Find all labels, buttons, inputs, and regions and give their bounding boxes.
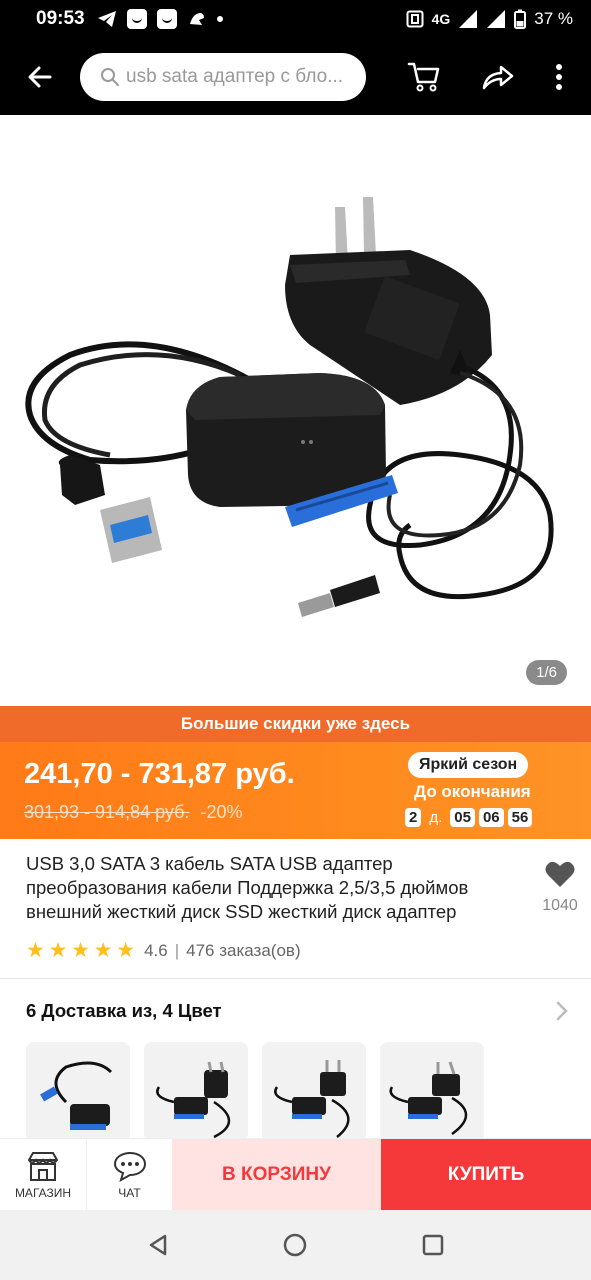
countdown-timer: 2 д. 05 06 56 — [405, 808, 533, 827]
app-bar: usb sata адаптер с бло... — [0, 38, 591, 115]
divider — [0, 978, 591, 979]
countdown-days: 2 — [405, 808, 422, 827]
orders-count: 476 заказа(ов) — [186, 940, 301, 960]
search-input[interactable]: usb sata адаптер с бло... — [80, 52, 366, 101]
wishlist-count: 1040 — [542, 897, 578, 914]
signal-icon — [459, 10, 478, 28]
season-badge: Яркий сезон — [408, 752, 529, 778]
heart-icon — [545, 861, 575, 887]
chat-icon — [113, 1151, 146, 1182]
status-bar: 09:53 4G 37 % — [0, 0, 591, 38]
usb-sata-adapter-image — [25, 197, 554, 617]
old-price-row: 301,93 - 914,84 руб. -20% — [24, 802, 242, 823]
nav-recents-icon[interactable] — [421, 1233, 445, 1257]
product-image[interactable]: 1/6 — [0, 115, 591, 706]
telegram-icon — [97, 11, 116, 27]
discount-percent: -20% — [200, 802, 243, 822]
product-title: USB 3,0 SATA 3 кабель SATA USB адаптер п… — [26, 853, 469, 922]
store-icon — [28, 1152, 58, 1181]
star-icon: ★ — [26, 939, 45, 962]
bottom-action-bar: МАГАЗИН ЧАТ В КОРЗИНУ КУПИТЬ — [0, 1138, 591, 1211]
promo-banner[interactable]: Большие скидки уже здесь — [0, 706, 591, 742]
search-placeholder: usb sata адаптер с бло... — [126, 65, 344, 87]
price-range: 241,70 - 731,87 руб. — [24, 758, 295, 790]
variant-thumbnail[interactable] — [380, 1042, 484, 1142]
nav-back-icon[interactable] — [146, 1233, 170, 1257]
variant-thumbnail[interactable] — [26, 1042, 130, 1142]
system-navigation-bar — [0, 1210, 591, 1280]
buy-now-button[interactable]: КУПИТЬ — [381, 1139, 591, 1211]
cart-icon[interactable] — [407, 61, 441, 93]
star-icon: ★ — [93, 939, 113, 962]
battery-icon — [514, 9, 527, 29]
star-half-icon: ★ — [116, 939, 135, 962]
wishlist-button[interactable]: 1040 — [538, 860, 582, 915]
add-to-cart-button[interactable]: В КОРЗИНУ — [172, 1139, 381, 1211]
network-type: 4G — [431, 11, 451, 27]
chat-button[interactable]: ЧАТ — [86, 1139, 172, 1211]
share-icon[interactable] — [481, 63, 515, 91]
arrow-left-icon — [28, 66, 52, 87]
search-icon — [101, 67, 119, 86]
status-time: 09:53 — [36, 8, 85, 29]
old-price: 301,93 - 914,84 руб. — [24, 802, 190, 822]
nav-home-icon[interactable] — [282, 1232, 308, 1258]
store-label: МАГАЗИН — [14, 1186, 72, 1200]
chat-label: ЧАТ — [118, 1186, 141, 1200]
rating-value: 4.6 — [144, 940, 168, 960]
countdown-label: До окончания — [414, 782, 531, 801]
image-counter: 1/6 — [526, 660, 567, 685]
notification-app-icon — [126, 9, 147, 29]
notification-app-icon-2 — [156, 9, 177, 29]
variant-thumbnail[interactable] — [262, 1042, 366, 1142]
variants-title[interactable]: 6 Доставка из, 4 Цвет — [26, 1000, 222, 1022]
rating-stars: ★ ★ ★ ★ ★ — [26, 938, 135, 963]
store-button[interactable]: МАГАЗИН — [0, 1139, 86, 1211]
battery-level: 37 % — [534, 9, 573, 28]
star-icon: ★ — [48, 939, 68, 962]
chevron-right-icon[interactable] — [555, 1000, 569, 1028]
star-icon: ★ — [71, 939, 90, 962]
countdown-days-unit: д. — [429, 809, 443, 826]
countdown-seconds: 56 — [507, 808, 533, 827]
countdown-hours: 05 — [450, 808, 475, 827]
notification-bird-icon — [189, 13, 204, 25]
countdown-minutes: 06 — [478, 808, 504, 827]
back-button[interactable] — [0, 38, 80, 115]
variant-thumbnails — [26, 1042, 484, 1142]
rating-row[interactable]: ★ ★ ★ ★ ★ 4.6 | 476 заказа(ов) — [26, 938, 301, 963]
more-vertical-icon[interactable] — [555, 63, 563, 90]
more-notifications-dot — [216, 16, 223, 22]
signal-icon-2 — [487, 10, 506, 28]
price-promo-block: 241,70 - 731,87 руб. 301,93 - 914,84 руб… — [0, 742, 591, 839]
variant-thumbnail[interactable] — [144, 1042, 248, 1142]
rating-separator: | — [174, 940, 180, 960]
nfc-icon — [406, 10, 424, 28]
